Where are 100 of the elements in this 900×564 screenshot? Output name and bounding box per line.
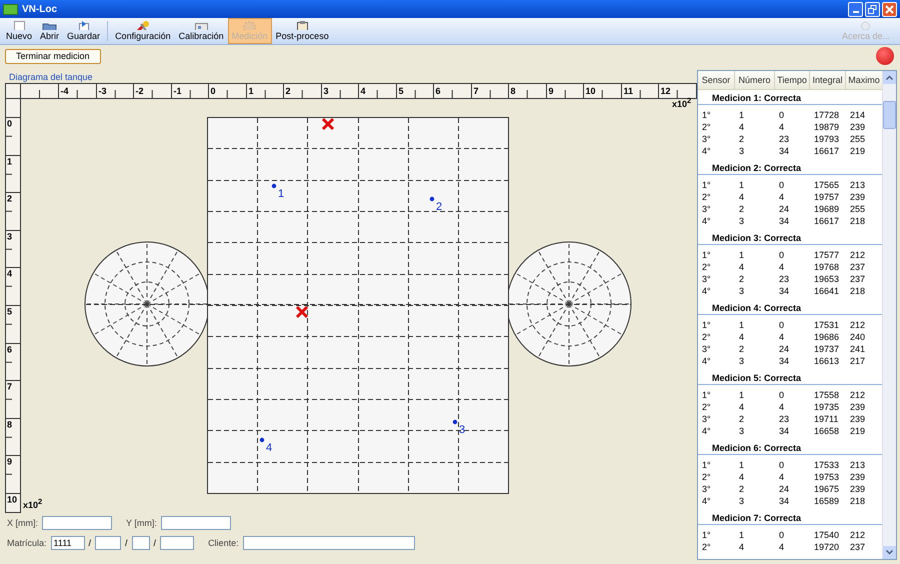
page-icon: [12, 20, 26, 30]
table-cell-text: 17531: [814, 319, 840, 331]
table-cell-text: 3: [739, 215, 746, 227]
toolbar-button[interactable]: Calibración: [174, 18, 228, 44]
table-cell-text: 218: [850, 215, 866, 227]
table-cell-text: 34: [779, 285, 790, 297]
table-cell-text: 17728: [814, 109, 840, 121]
close-icon: [885, 4, 894, 14]
column-header[interactable]: Número: [735, 71, 775, 89]
ruler-label: 1: [248, 86, 254, 96]
table-cell-text: 1: [739, 389, 746, 401]
ruler-label: 7: [474, 86, 479, 96]
ruler-label: -1: [174, 86, 182, 96]
app-icon: [3, 4, 18, 14]
table-cell-text: 19793: [814, 133, 840, 145]
ruler-label: 4: [7, 268, 12, 278]
toolbar-button[interactable]: Guardar: [63, 18, 104, 44]
table-cell-text: 212: [850, 529, 866, 541]
table-cell-text: 16617: [814, 145, 840, 157]
gear-icon: [242, 20, 258, 30]
cross-marker: [296, 306, 308, 318]
table-cell-text: 239: [850, 121, 866, 133]
toolbar-button[interactable]: Configuración: [111, 18, 175, 44]
table-cell-text: 4: [739, 121, 746, 133]
table-cell-text: 3°: [702, 133, 712, 145]
sensor-label: 2: [436, 201, 442, 213]
table-cell-text: 214: [850, 109, 866, 121]
table-cell-text: 16617: [814, 215, 840, 227]
table-cell-text: 4: [739, 471, 746, 483]
table-cell-text: 217: [850, 355, 866, 367]
table-cell-text: 23: [779, 273, 790, 285]
input-field[interactable]: [42, 516, 112, 530]
ruler-label: 0: [210, 86, 216, 96]
table-cell-text: 19737: [814, 343, 840, 355]
table-cell-text: 239: [850, 191, 866, 203]
ruler-label: 10: [7, 494, 18, 504]
table-cell-text: 4°: [702, 215, 712, 227]
input-field[interactable]: [95, 536, 122, 550]
table-cell-text: 4: [739, 261, 746, 273]
table-cell-text: 212: [850, 389, 866, 401]
table-cell-text: 219: [850, 425, 866, 437]
ruler-label: 2: [286, 86, 291, 96]
table-cell-text: 4: [779, 331, 786, 343]
table-cell-text: 34: [779, 145, 790, 157]
caret-up-icon: [886, 75, 893, 80]
table-cell-text: 4: [779, 541, 786, 553]
table-cell-text: 34: [779, 425, 790, 437]
table-cell-text: 3°: [702, 343, 712, 355]
ruler-label: 4: [360, 86, 366, 96]
tools-icon: [135, 20, 150, 30]
ruler-label: -4: [60, 86, 69, 96]
minimize-icon: [852, 11, 858, 13]
sensor-label: 4: [266, 442, 272, 454]
input-field[interactable]: [132, 536, 150, 550]
close-button[interactable]: [882, 2, 897, 16]
table-cell-text: 34: [779, 215, 790, 227]
ruler-label: 0: [7, 118, 12, 128]
toolbar-button[interactable]: Post-proceso: [272, 18, 333, 44]
sensor-dot: [272, 184, 276, 188]
table-cell-text: 24: [779, 343, 790, 355]
table-cell-text: 3: [739, 425, 746, 437]
table-cell-text: 19879: [814, 121, 840, 133]
table-cell-text: 213: [850, 179, 866, 191]
table-cell-text: 4: [739, 331, 746, 343]
table-cell-text: 2°: [702, 191, 712, 203]
page-arrow-icon: [76, 20, 92, 30]
scroll-up-button[interactable]: [883, 71, 896, 84]
ruler-label: -2: [136, 86, 144, 96]
table-cell-text: 4: [779, 191, 786, 203]
table-cell-text: 0: [779, 179, 786, 191]
table-cell-text: 241: [850, 343, 866, 355]
table-cell-text: 1: [739, 179, 746, 191]
field-label: Cliente:: [208, 538, 239, 548]
table-cell-text: 19735: [814, 401, 840, 413]
toolbar-button[interactable]: Nuevo: [2, 18, 36, 44]
terminar-button[interactable]: Terminar medicion: [5, 48, 101, 64]
table-cell-text: 19757: [814, 191, 840, 203]
table-cell-text: 4: [739, 541, 746, 553]
input-field[interactable]: [160, 536, 194, 550]
table-cell-text: 2: [739, 483, 746, 495]
column-header[interactable]: Integral: [810, 71, 846, 89]
separator-label: /: [125, 538, 128, 548]
status-indicator: [876, 47, 894, 65]
restore-button[interactable]: [865, 2, 880, 16]
minimize-button[interactable]: [848, 2, 863, 16]
column-header[interactable]: Sensor: [698, 71, 735, 89]
ruler-label: 5: [7, 306, 12, 316]
ruler-label: 7: [7, 382, 12, 392]
table-cell-text: 1: [739, 319, 746, 331]
column-header[interactable]: Tiempo: [775, 71, 810, 89]
input-field[interactable]: [242, 536, 415, 550]
table-cell-text: 3°: [702, 273, 712, 285]
table-cell-text: 212: [850, 319, 866, 331]
scroll-down-button[interactable]: [883, 546, 896, 559]
toolbar-button[interactable]: Abrir: [36, 18, 64, 44]
table-cell-text: 23: [779, 133, 790, 145]
input-field[interactable]: [160, 516, 231, 530]
input-field[interactable]: 1111: [50, 536, 85, 550]
scrollbar-thumb[interactable]: [883, 101, 896, 129]
table-cell-text: 212: [850, 249, 866, 261]
